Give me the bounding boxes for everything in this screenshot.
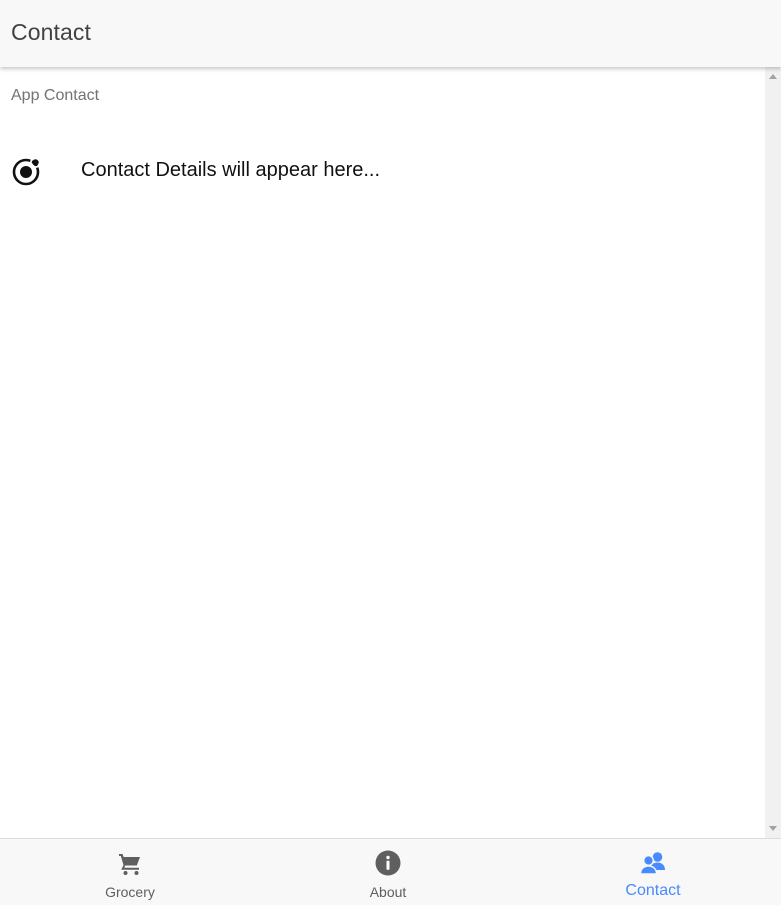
content-area[interactable]: App Contact Contact Details will appear … (0, 67, 765, 838)
tab-label: About (369, 884, 407, 900)
tab-contact[interactable]: Contact (523, 839, 781, 905)
cart-icon (119, 854, 140, 875)
scrollbar[interactable] (765, 67, 781, 838)
people-icon (639, 852, 665, 875)
scroll-down-arrow[interactable] (769, 826, 777, 831)
list-header: App Contact (11, 87, 100, 104)
header-toolbar: Contact (0, 0, 781, 67)
tab-grocery[interactable]: Grocery (0, 839, 260, 905)
tab-bar: Grocery About Contact (0, 838, 781, 905)
page-title: Contact (11, 19, 91, 45)
tab-label: Grocery (105, 884, 155, 900)
ionic-logo-icon (12, 157, 41, 186)
info-icon (375, 850, 401, 876)
scroll-up-arrow[interactable] (769, 74, 777, 79)
contact-details-label: Contact Details will appear here... (81, 159, 381, 181)
contact-item: Contact Details will appear here... (0, 147, 765, 195)
tab-about[interactable]: About (258, 839, 518, 905)
tab-label: Contact (625, 882, 681, 899)
